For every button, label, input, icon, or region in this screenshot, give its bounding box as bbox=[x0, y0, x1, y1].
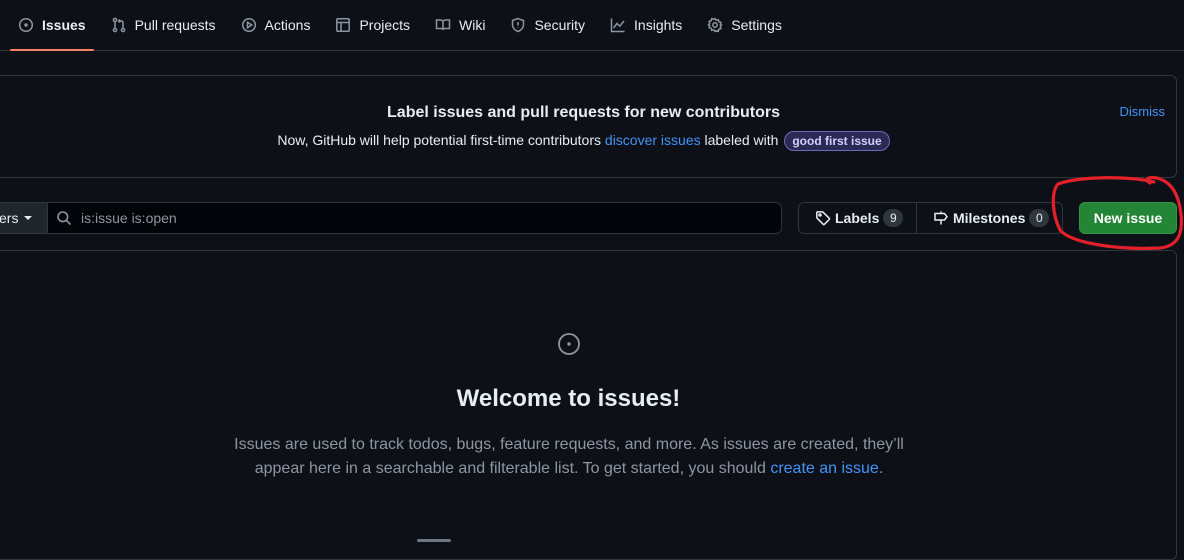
tab-label: Insights bbox=[634, 16, 683, 33]
book-icon bbox=[435, 18, 451, 30]
tab-settings[interactable]: Settings bbox=[699, 0, 790, 50]
milestones-count: 0 bbox=[1029, 209, 1050, 227]
tab-label: Actions bbox=[264, 16, 311, 33]
labels-label: Labels bbox=[835, 210, 880, 226]
labels-milestones-group: Labels 9 Milestones 0 bbox=[798, 202, 1063, 234]
scroll-handle bbox=[417, 539, 451, 542]
create-issue-link[interactable]: create an issue bbox=[770, 460, 879, 477]
milestones-label: Milestones bbox=[953, 210, 1026, 226]
discover-issues-link[interactable]: discover issues bbox=[605, 132, 701, 148]
blankslate-description: Issues are used to track todos, bugs, fe… bbox=[231, 433, 907, 481]
tab-insights[interactable]: Insights bbox=[602, 0, 690, 50]
search-input[interactable] bbox=[81, 210, 761, 226]
blankslate-desc-suffix: . bbox=[878, 460, 884, 477]
graph-icon bbox=[610, 18, 625, 32]
search-icon bbox=[57, 211, 72, 226]
dismiss-button[interactable]: Dismiss bbox=[1120, 104, 1166, 119]
labels-count: 9 bbox=[883, 209, 904, 227]
tag-icon bbox=[816, 211, 831, 226]
play-icon bbox=[241, 17, 256, 32]
tab-projects[interactable]: Projects bbox=[327, 0, 418, 50]
milestones-button[interactable]: Milestones 0 bbox=[916, 203, 1062, 233]
blankslate-title: Welcome to issues! bbox=[456, 385, 681, 412]
caret-down-icon bbox=[24, 216, 33, 220]
tab-issues[interactable]: Issues bbox=[10, 0, 94, 51]
tab-wiki[interactable]: Wiki bbox=[427, 0, 493, 50]
tab-security[interactable]: Security bbox=[502, 0, 593, 50]
tab-label: Pull requests bbox=[134, 16, 216, 33]
issue-opened-icon bbox=[558, 333, 580, 355]
issues-search bbox=[47, 202, 782, 234]
new-issue-button[interactable]: New issue bbox=[1079, 202, 1177, 234]
tab-actions[interactable]: Actions bbox=[233, 0, 319, 50]
issue-opened-icon bbox=[18, 17, 34, 32]
gear-icon bbox=[707, 16, 724, 33]
table-icon bbox=[336, 17, 351, 32]
filters-dropdown-button[interactable]: ers bbox=[0, 202, 48, 234]
banner-desc-prefix: Now, GitHub will help potential first-ti… bbox=[277, 132, 605, 148]
repo-nav: Issues Pull requests Actions Projects Wi… bbox=[0, 0, 1184, 51]
milestone-icon bbox=[934, 211, 948, 225]
labels-button[interactable]: Labels 9 bbox=[799, 203, 916, 233]
git-pull-request-icon bbox=[112, 17, 125, 32]
tab-label: Security bbox=[534, 16, 586, 33]
banner-title: Label issues and pull requests for new c… bbox=[387, 104, 780, 121]
good-first-issue-label[interactable]: good first issue bbox=[784, 131, 890, 151]
tab-label: Wiki bbox=[459, 16, 486, 33]
tab-label: Issues bbox=[42, 16, 86, 33]
tab-label: Projects bbox=[359, 16, 411, 33]
banner-description: Now, GitHub will help potential first-ti… bbox=[0, 131, 1176, 151]
new-contributors-banner: Label issues and pull requests for new c… bbox=[0, 75, 1177, 178]
filters-label: ers bbox=[0, 210, 19, 226]
tab-label: Settings bbox=[731, 16, 782, 33]
shield-icon bbox=[512, 17, 525, 32]
banner-desc-mid: labeled with bbox=[700, 132, 783, 148]
tab-pull-requests[interactable]: Pull requests bbox=[103, 0, 224, 50]
